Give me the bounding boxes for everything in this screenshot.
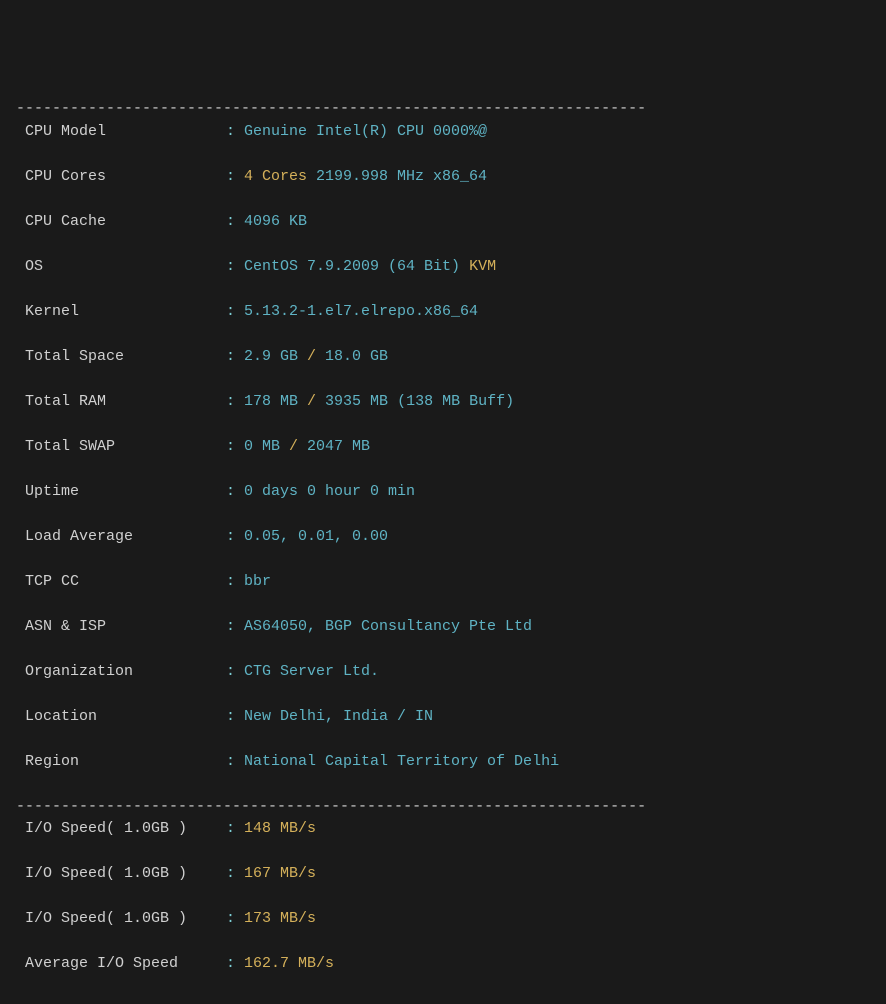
- value-location: New Delhi, India / IN: [244, 708, 433, 725]
- label-io-1: I/O Speed( 1.0GB ): [16, 818, 226, 841]
- divider-bot: ----------------------------------------…: [16, 1000, 646, 1004]
- colon: :: [226, 528, 244, 545]
- value-cpu-cores-count: 4 Cores: [244, 168, 307, 185]
- value-slash: /: [298, 393, 325, 410]
- value-total-ram-buff: (138 MB Buff): [388, 393, 514, 410]
- colon: :: [226, 820, 244, 837]
- row-cpu-model: CPU Model: Genuine Intel(R) CPU 0000%@: [16, 121, 870, 144]
- row-io-1: I/O Speed( 1.0GB ): 148 MB/s: [16, 818, 870, 841]
- row-region: Region: National Capital Territory of De…: [16, 751, 870, 774]
- value-io-2: 167 MB/s: [244, 865, 316, 882]
- colon: :: [226, 708, 244, 725]
- value-total-ram-used: 178 MB: [244, 393, 298, 410]
- value-total-swap-total: 2047 MB: [307, 438, 370, 455]
- colon: :: [226, 618, 244, 635]
- divider-top: ----------------------------------------…: [16, 100, 646, 117]
- colon: :: [226, 753, 244, 770]
- value-tcp-cc: bbr: [244, 573, 271, 590]
- value-kernel: 5.13.2-1.el7.elrepo.x86_64: [244, 303, 478, 320]
- colon: :: [226, 573, 244, 590]
- colon: :: [226, 663, 244, 680]
- label-avg-io: Average I/O Speed: [16, 953, 226, 976]
- value-io-3: 173 MB/s: [244, 910, 316, 927]
- row-total-ram: Total RAM: 178 MB / 3935 MB (138 MB Buff…: [16, 391, 870, 414]
- value-cpu-cores-rest: 2199.998 MHz x86_64: [307, 168, 487, 185]
- colon: :: [226, 393, 244, 410]
- label-cpu-model: CPU Model: [16, 121, 226, 144]
- colon: :: [226, 438, 244, 455]
- value-total-space-used: 2.9 GB: [244, 348, 298, 365]
- value-io-1: 148 MB/s: [244, 820, 316, 837]
- label-total-space: Total Space: [16, 346, 226, 369]
- label-io-3: I/O Speed( 1.0GB ): [16, 908, 226, 931]
- row-io-3: I/O Speed( 1.0GB ): 173 MB/s: [16, 908, 870, 931]
- row-io-2: I/O Speed( 1.0GB ): 167 MB/s: [16, 863, 870, 886]
- value-slash: /: [298, 348, 325, 365]
- label-cpu-cores: CPU Cores: [16, 166, 226, 189]
- label-cpu-cache: CPU Cache: [16, 211, 226, 234]
- colon: :: [226, 483, 244, 500]
- row-tcp-cc: TCP CC: bbr: [16, 571, 870, 594]
- row-organization: Organization: CTG Server Ltd.: [16, 661, 870, 684]
- colon: :: [226, 955, 244, 972]
- value-slash: /: [280, 438, 307, 455]
- row-kernel: Kernel: 5.13.2-1.el7.elrepo.x86_64: [16, 301, 870, 324]
- value-total-ram-total: 3935 MB: [325, 393, 388, 410]
- label-uptime: Uptime: [16, 481, 226, 504]
- row-load-avg: Load Average: 0.05, 0.01, 0.00: [16, 526, 870, 549]
- value-load-avg: 0.05, 0.01, 0.00: [244, 528, 388, 545]
- divider-mid: ----------------------------------------…: [16, 798, 646, 815]
- value-total-space-total: 18.0 GB: [325, 348, 388, 365]
- value-os-virt: KVM: [460, 258, 496, 275]
- label-io-2: I/O Speed( 1.0GB ): [16, 863, 226, 886]
- colon: :: [226, 258, 244, 275]
- value-cpu-model: Genuine Intel(R) CPU 0000%@: [244, 123, 487, 140]
- label-load-avg: Load Average: [16, 526, 226, 549]
- row-total-swap: Total SWAP: 0 MB / 2047 MB: [16, 436, 870, 459]
- colon: :: [226, 168, 244, 185]
- value-cpu-cache: 4096 KB: [244, 213, 307, 230]
- row-asn-isp: ASN & ISP: AS64050, BGP Consultancy Pte …: [16, 616, 870, 639]
- row-os: OS: CentOS 7.9.2009 (64 Bit) KVM: [16, 256, 870, 279]
- row-avg-io: Average I/O Speed: 162.7 MB/s: [16, 953, 870, 976]
- colon: :: [226, 303, 244, 320]
- row-total-space: Total Space: 2.9 GB / 18.0 GB: [16, 346, 870, 369]
- colon: :: [226, 865, 244, 882]
- value-asn-isp: AS64050, BGP Consultancy Pte Ltd: [244, 618, 532, 635]
- value-total-swap-used: 0 MB: [244, 438, 280, 455]
- colon: :: [226, 123, 244, 140]
- row-location: Location: New Delhi, India / IN: [16, 706, 870, 729]
- row-cpu-cache: CPU Cache: 4096 KB: [16, 211, 870, 234]
- label-location: Location: [16, 706, 226, 729]
- value-organization: CTG Server Ltd.: [244, 663, 379, 680]
- value-region: National Capital Territory of Delhi: [244, 753, 559, 770]
- colon: :: [226, 910, 244, 927]
- label-organization: Organization: [16, 661, 226, 684]
- row-uptime: Uptime: 0 days 0 hour 0 min: [16, 481, 870, 504]
- label-asn-isp: ASN & ISP: [16, 616, 226, 639]
- label-os: OS: [16, 256, 226, 279]
- colon: :: [226, 348, 244, 365]
- label-tcp-cc: TCP CC: [16, 571, 226, 594]
- value-os-main: CentOS 7.9.2009 (64 Bit): [244, 258, 460, 275]
- label-total-swap: Total SWAP: [16, 436, 226, 459]
- label-region: Region: [16, 751, 226, 774]
- colon: :: [226, 213, 244, 230]
- value-avg-io: 162.7 MB/s: [244, 955, 334, 972]
- label-total-ram: Total RAM: [16, 391, 226, 414]
- value-uptime: 0 days 0 hour 0 min: [244, 483, 415, 500]
- label-kernel: Kernel: [16, 301, 226, 324]
- row-cpu-cores: CPU Cores: 4 Cores 2199.998 MHz x86_64: [16, 166, 870, 189]
